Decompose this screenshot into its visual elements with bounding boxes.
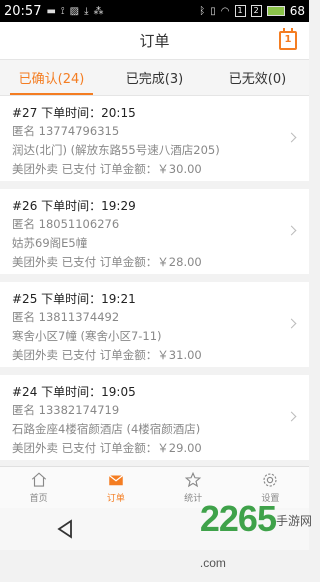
order-tabs: 已确认(24) 已完成(3) 已无效(0): [0, 60, 309, 96]
order-list: #27 下单时间：20:15 匿名 13774796315 润达(北门) (解放…: [0, 96, 309, 468]
star-icon: [184, 471, 202, 488]
vibrate-icon: ▯: [210, 5, 216, 17]
order-phone: 匿名 13382174719: [12, 403, 120, 417]
tab-invalid[interactable]: 已无效(0): [206, 60, 309, 95]
network-icon: ⁂: [93, 5, 104, 17]
order-summary: 美团外卖 已支付 订单金额：￥29.00: [12, 441, 202, 455]
order-phone: 匿名 13774796315: [12, 124, 120, 138]
order-title: #24 下单时间：19:05: [12, 385, 136, 399]
home-icon: [31, 472, 46, 487]
order-address: 润达(北门) (解放东路55号速八酒店205): [12, 143, 220, 157]
sim1-signal: 1: [234, 5, 246, 17]
order-summary: 美团外卖 已支付 订单金额：￥30.00: [12, 162, 202, 176]
order-summary: 美团外卖 已支付 订单金额：￥31.00: [12, 348, 202, 362]
mail-icon: [108, 475, 123, 486]
order-title: #27 下单时间：20:15: [12, 106, 136, 120]
watermark-number: 2265: [199, 498, 277, 539]
tab-completed[interactable]: 已完成(3): [103, 60, 206, 95]
image-icon: ▨: [69, 5, 80, 17]
battery-level: 68: [289, 4, 305, 18]
tab-confirmed[interactable]: 已确认(24): [0, 60, 103, 95]
download-icon: ⤓: [84, 5, 89, 17]
usb-icon: ⟟: [60, 5, 65, 17]
battery-icon: [266, 6, 285, 16]
back-icon[interactable]: [56, 519, 74, 539]
order-title: #25 下单时间：19:21: [12, 292, 136, 306]
nav-home[interactable]: 首页: [0, 467, 77, 508]
order-phone: 匿名 13811374492: [12, 310, 120, 324]
app-header: 订单 1: [0, 22, 309, 60]
status-time: 20:57: [4, 3, 42, 19]
nav-home-label: 首页: [29, 494, 48, 504]
order-item[interactable]: #25 下单时间：19:21 匿名 13811374492 寒舍小区7幢 (寒舍…: [0, 282, 309, 375]
order-title: #26 下单时间：19:29: [12, 199, 136, 213]
status-bar: 20:57 ▬ ⟟ ▨ ⤓ ⁂ ᛒ ▯ ◠ 1 2 68: [0, 0, 309, 22]
order-phone: 匿名 18051106276: [12, 217, 120, 231]
calendar-icon[interactable]: 1: [279, 28, 297, 50]
watermark-logo: 2265手游网 .com: [200, 498, 312, 582]
order-item[interactable]: #26 下单时间：19:29 匿名 18051106276 姑苏69阁E5幢 美…: [0, 189, 309, 282]
order-item[interactable]: #24 下单时间：19:05 匿名 13382174719 石路金座4楼宿颜酒店…: [0, 375, 309, 468]
page-title: 订单: [139, 32, 170, 50]
bluetooth-icon: ᛒ: [199, 5, 206, 17]
order-address: 石路金座4楼宿颜酒店 (4楼宿颜酒店): [12, 422, 201, 436]
nav-orders-label: 订单: [106, 494, 125, 504]
nav-orders[interactable]: 订单: [77, 467, 154, 508]
chat-icon: ▬: [46, 5, 56, 17]
gear-icon: [263, 473, 277, 487]
sim2-signal: 2: [250, 5, 262, 17]
order-summary: 美团外卖 已支付 订单金额：￥28.00: [12, 255, 202, 269]
wifi-icon: ◠: [220, 5, 230, 17]
order-address: 姑苏69阁E5幢: [12, 236, 88, 250]
order-item[interactable]: #27 下单时间：20:15 匿名 13774796315 润达(北门) (解放…: [0, 96, 309, 189]
order-address: 寒舍小区7幢 (寒舍小区7-11): [12, 329, 162, 343]
